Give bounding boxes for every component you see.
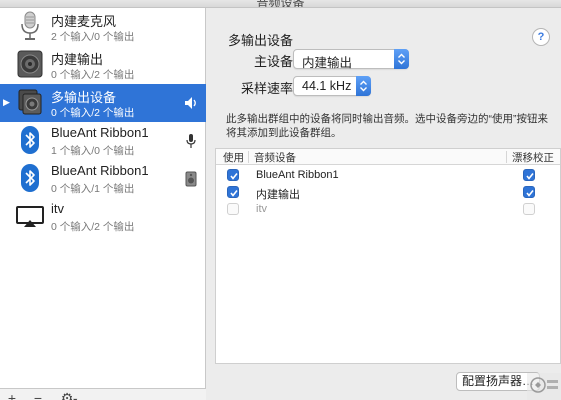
- popup-stepper-icon: [356, 76, 371, 96]
- device-name: 多输出设备: [51, 90, 117, 105]
- device-item-builtin-mic[interactable]: 内建麦克风 2 个输入/0 个输出: [0, 8, 206, 46]
- device-io-count: 0 个输入/2 个输出: [51, 107, 135, 119]
- master-device-select[interactable]: 内建输出: [293, 49, 409, 70]
- speaker-small-icon: [185, 171, 197, 187]
- device-io-count: 0 个输入/1 个输出: [51, 183, 135, 195]
- use-checkbox[interactable]: [227, 169, 239, 181]
- column-header-device[interactable]: 音频设备: [254, 150, 296, 165]
- gear-icon: ⚙: [60, 390, 74, 400]
- airplay-icon: [16, 206, 44, 227]
- device-settings-pane: 多输出设备 ? 主设备： 内建输出 采样速率： 44.1 kHz 此多输出群组中…: [207, 8, 561, 400]
- drift-correction-checkbox[interactable]: [523, 169, 535, 181]
- device-list: 内建麦克风 2 个输入/0 个输出 内建输出 0 个输入/2 个输出 ▶ 多输出…: [0, 8, 206, 400]
- device-item-blueant-input[interactable]: BlueAnt Ribbon1 1 个输入/0 个输出: [0, 122, 206, 160]
- title-bar: 音频设备: [0, 0, 561, 8]
- chevron-down-icon: ▾: [73, 396, 77, 400]
- table-row[interactable]: itv: [216, 201, 560, 218]
- device-io-count: 1 个输入/0 个输出: [51, 145, 135, 157]
- table-row[interactable]: 内建输出: [216, 184, 560, 201]
- group-description: 此多输出群组中的设备将同时输出音频。选中设备旁边的“使用”按钮来将其添加到此设备…: [226, 113, 548, 139]
- device-name: 内建输出: [51, 52, 104, 67]
- device-io-count: 2 个输入/0 个输出: [51, 31, 135, 43]
- speaker-volume-icon: [185, 97, 196, 109]
- device-name: 内建麦克风: [51, 14, 117, 29]
- column-header-use[interactable]: 使用: [223, 150, 244, 165]
- table-row[interactable]: BlueAnt Ribbon1: [216, 167, 560, 184]
- device-io-count: 0 个输入/2 个输出: [51, 69, 135, 81]
- sample-rate-value: 44.1 kHz: [302, 79, 352, 93]
- gear-menu-button[interactable]: ⚙▾: [54, 389, 84, 400]
- microphone-small-icon: [186, 134, 196, 148]
- speaker-icon: [17, 50, 43, 78]
- help-button[interactable]: ?: [532, 28, 550, 46]
- drift-correction-checkbox[interactable]: [523, 186, 535, 198]
- device-io-count: 0 个输入/2 个输出: [51, 221, 135, 233]
- play-indicator-icon: ▶: [3, 97, 10, 107]
- window-title: 音频设备: [256, 0, 305, 8]
- column-header-drift[interactable]: 漂移校正: [512, 150, 554, 165]
- device-title: 多输出设备: [228, 33, 294, 48]
- master-device-value: 内建输出: [302, 56, 353, 70]
- use-checkbox[interactable]: [227, 186, 239, 198]
- device-group-table: 使用 音频设备 漂移校正 BlueAnt Ribbon1 内建输出 itv: [215, 148, 561, 364]
- device-name: BlueAnt Ribbon1: [51, 125, 149, 140]
- device-name-cell: 内建输出: [256, 189, 300, 201]
- table-header: 使用 音频设备 漂移校正: [216, 149, 560, 165]
- device-item-builtin-output[interactable]: 内建输出 0 个输入/2 个输出: [0, 46, 206, 84]
- drift-correction-checkbox[interactable]: [523, 203, 535, 215]
- bluetooth-icon: [21, 126, 39, 154]
- device-name-cell: BlueAnt Ribbon1: [256, 169, 339, 181]
- device-item-multi-output[interactable]: ▶ 多输出设备 0 个输入/2 个输出: [0, 84, 206, 122]
- use-checkbox[interactable]: [227, 203, 239, 215]
- device-name: BlueAnt Ribbon1: [51, 163, 149, 178]
- microphone-icon: [21, 11, 39, 40]
- device-item-itv[interactable]: itv 0 个输入/2 个输出: [0, 198, 206, 236]
- sample-rate-select[interactable]: 44.1 kHz: [293, 76, 371, 96]
- remove-device-button[interactable]: −: [28, 389, 48, 400]
- popup-stepper-icon: [394, 49, 409, 69]
- add-device-button[interactable]: +: [2, 389, 22, 400]
- watermark-logo-icon: [527, 373, 561, 400]
- device-name: itv: [51, 201, 64, 216]
- device-item-blueant-output[interactable]: BlueAnt Ribbon1 0 个输入/1 个输出: [0, 160, 206, 198]
- sidebar-toolbar: + − ⚙▾: [0, 388, 206, 400]
- multi-output-icon: [18, 89, 42, 115]
- device-name-cell: itv: [256, 203, 267, 215]
- bluetooth-icon: [21, 164, 39, 192]
